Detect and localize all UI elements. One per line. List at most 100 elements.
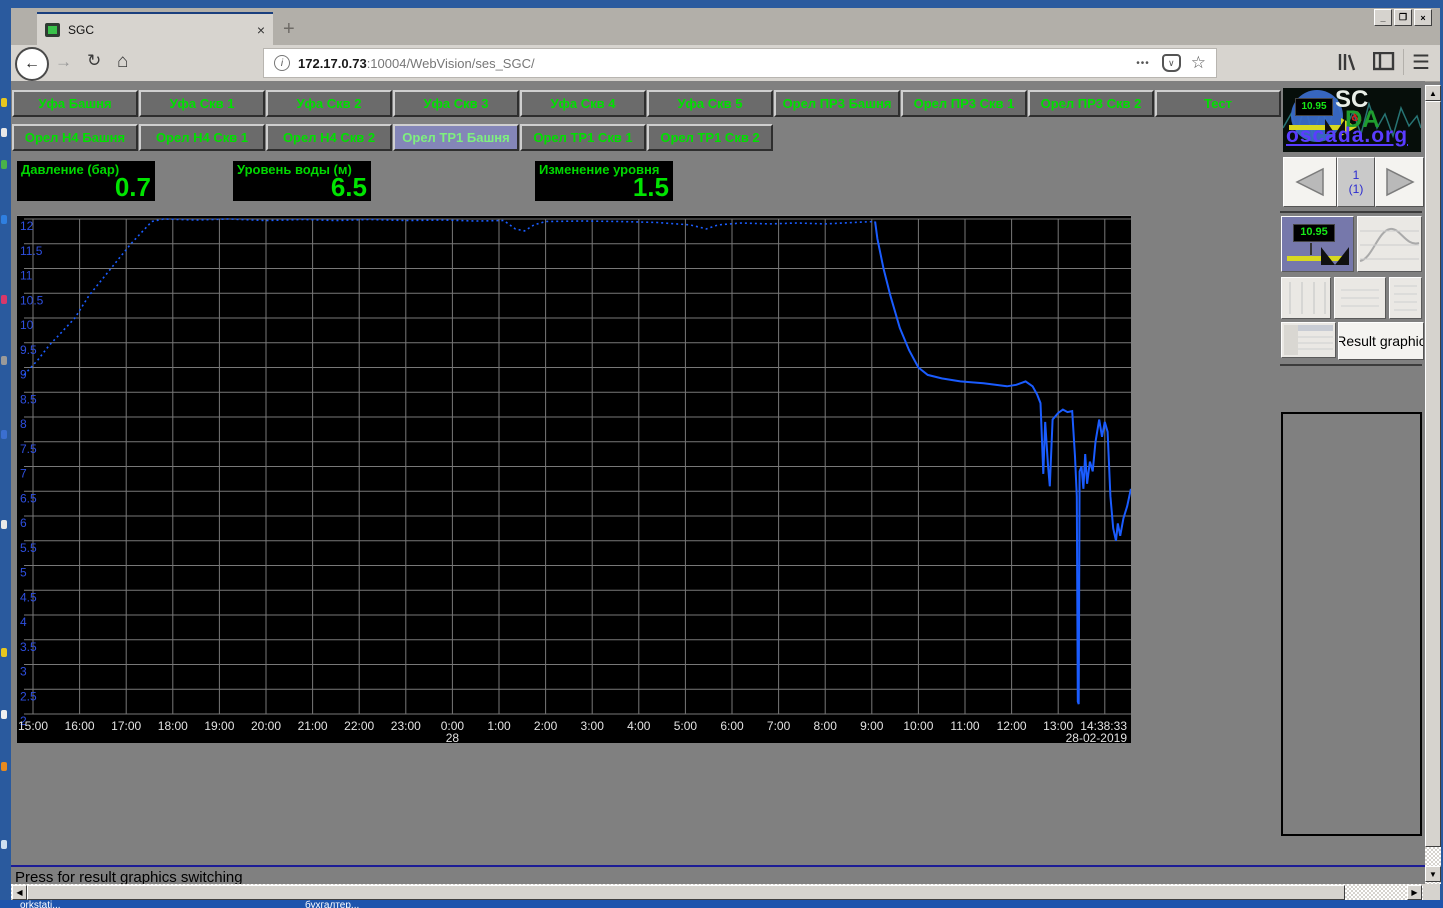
svg-text:8.5: 8.5 [20, 392, 37, 406]
page-actions-icon[interactable]: ••• [1136, 58, 1150, 69]
home-button[interactable]: ⌂ [117, 51, 128, 73]
next-page-button[interactable] [1375, 157, 1424, 207]
trend-chart-canvas: 12 11.5 11 10.5 10 9.5 9 8.5 8 7.5 7 6.5 6 5.5 5 4.5 4 3.… [17, 216, 1132, 745]
taskbar-item[interactable]: orkstati... [20, 900, 61, 908]
svg-text:3:00: 3:00 [581, 719, 605, 733]
station-button[interactable]: Уфа Скв 3 [393, 90, 519, 117]
back-button[interactable]: ← [15, 47, 49, 81]
svg-text:11.5: 11.5 [20, 244, 43, 258]
svg-text:28: 28 [446, 731, 460, 743]
svg-text:7.5: 7.5 [20, 442, 37, 456]
taskbar[interactable]: orkstati... бухгалтер... [0, 900, 1443, 908]
url-bar[interactable]: i 172.17.0.73:10004/WebVision/ses_SGC/ •… [263, 48, 1217, 78]
vertical-scroll-thumb[interactable] [1425, 101, 1441, 847]
station-button[interactable]: Уфа Башня [12, 90, 138, 117]
scroll-up-icon[interactable]: ▲ [1425, 85, 1441, 101]
bars-thumbnail[interactable] [1281, 277, 1331, 319]
tab-favicon-icon [45, 22, 60, 37]
taskbar-item[interactable]: бухгалтер... [305, 900, 359, 908]
reload-button[interactable]: ↻ [87, 51, 101, 71]
svg-text:23:00: 23:00 [391, 719, 421, 733]
tab-sgc[interactable]: SGC × [37, 12, 273, 45]
station-button[interactable]: Орел Н4 Башня [12, 124, 138, 151]
svg-text:1:00: 1:00 [487, 719, 511, 733]
svg-text:5:00: 5:00 [674, 719, 698, 733]
station-button-row-1: Уфа Башня Уфа Скв 1 Уфа Скв 2 Уфа Скв 3 Уфа … [12, 90, 1281, 117]
scroll-down-icon[interactable]: ▼ [1425, 866, 1441, 882]
sidebar-divider-2 [1280, 364, 1422, 366]
pressure-value: 0.7 [114, 172, 151, 202]
horizontal-scrollbar[interactable]: ◀ ▶ [11, 884, 1423, 901]
window-top-border [8, 0, 1443, 8]
station-button[interactable]: Уфа Скв 2 [266, 90, 392, 117]
page-total: (1) [1348, 182, 1364, 196]
menu-hamburger-icon[interactable]: ☰ [1412, 50, 1430, 75]
station-button[interactable]: Орел ПР3 Скв 2 [1028, 90, 1154, 117]
svg-text:21:00: 21:00 [298, 719, 328, 733]
pocket-icon[interactable]: ∨ [1161, 54, 1181, 72]
page-number: 1 [1352, 168, 1360, 182]
result-graphic-button[interactable]: Result graphic [1338, 322, 1424, 360]
scroll-left-icon[interactable]: ◀ [12, 885, 27, 900]
vertical-scrollbar[interactable]: ▲ ▼ [1425, 85, 1441, 884]
svg-text:5: 5 [20, 566, 27, 580]
bookmark-star-icon[interactable]: ☆ [1191, 53, 1206, 73]
station-button[interactable]: Уфа Скв 5 [647, 90, 773, 117]
station-button[interactable]: Орел ТР1 Скв 1 [520, 124, 646, 151]
svg-text:9: 9 [20, 368, 27, 382]
mnemo-thumb-valve-icon [1287, 243, 1349, 265]
station-button[interactable]: Орел Н4 Скв 1 [139, 124, 265, 151]
svg-text:19:00: 19:00 [204, 719, 234, 733]
status-text: Press for result graphics switching [15, 869, 243, 884]
svg-text:3: 3 [20, 665, 27, 679]
station-button[interactable]: Орел ПР3 Скв 1 [901, 90, 1027, 117]
oscada-logo: 10.95 SC & DA oscada.org [1283, 88, 1421, 152]
window-maximize-button[interactable]: ❐ [1394, 9, 1412, 26]
station-button[interactable]: Тест [1155, 90, 1281, 117]
svg-text:20:00: 20:00 [251, 719, 281, 733]
svg-text:12:00: 12:00 [997, 719, 1027, 733]
site-info-icon[interactable]: i [274, 55, 290, 71]
svg-text:3.5: 3.5 [20, 640, 37, 654]
station-button[interactable]: Уфа Скв 4 [520, 90, 646, 117]
table-thumbnail[interactable] [1281, 322, 1336, 358]
station-button[interactable]: Орел ПР3 Башня [774, 90, 900, 117]
station-button[interactable]: Орел ТР1 Башня [393, 124, 519, 151]
tab-close-icon[interactable]: × [257, 22, 265, 38]
svg-text:10.5: 10.5 [20, 293, 44, 307]
station-button[interactable]: Уфа Скв 1 [139, 90, 265, 117]
station-button[interactable]: Орел Н4 Скв 2 [266, 124, 392, 151]
svg-text:8: 8 [20, 417, 27, 431]
station-button[interactable]: Орел ТР1 Скв 2 [647, 124, 773, 151]
graph-thumbnail[interactable] [1357, 216, 1422, 272]
sidebar-toggle-icon[interactable] [1372, 51, 1395, 71]
text-thumbnail[interactable] [1389, 277, 1422, 319]
station-button-row-2: Орел Н4 Башня Орел Н4 Скв 1 Орел Н4 Скв 2О… [12, 124, 773, 151]
water-level-panel: Уровень воды (м) 6.5 [233, 161, 371, 201]
sidebar-empty-box [1281, 412, 1422, 836]
tab-bar: SGC × + _ ❐ × [11, 8, 1440, 45]
logo-display-value: 10.95 [1295, 98, 1333, 116]
new-tab-button[interactable]: + [283, 18, 295, 41]
doc-thumbnail[interactable] [1334, 277, 1386, 319]
water-level-value: 6.5 [330, 172, 367, 202]
toolbar-separator [1403, 49, 1404, 75]
svg-text:10: 10 [20, 318, 34, 332]
window-minimize-button[interactable]: _ [1374, 9, 1392, 26]
scroll-right-icon[interactable]: ▶ [1407, 885, 1422, 900]
svg-text:4: 4 [20, 615, 27, 629]
svg-text:17:00: 17:00 [111, 719, 141, 733]
mnemo-thumb-value: 10.95 [1293, 224, 1335, 242]
trend-chart: 12 11.5 11 10.5 10 9.5 9 8.5 8 7.5 7 6.5 6 5.5 5 4.5 4 3.… [17, 215, 1132, 745]
forward-button[interactable]: → [55, 52, 72, 72]
prev-page-button[interactable] [1283, 157, 1337, 207]
library-icon[interactable] [1336, 52, 1358, 72]
logo-site-link[interactable]: oscada.org [1286, 124, 1408, 148]
svg-text:18:00: 18:00 [158, 719, 188, 733]
window-close-button[interactable]: × [1414, 9, 1432, 26]
level-change-value: 1.5 [632, 172, 669, 202]
scrollbar-corner [1423, 884, 1440, 901]
mnemo-thumbnail-selected[interactable]: 10.95 [1281, 216, 1354, 272]
svg-text:7:00: 7:00 [767, 719, 791, 733]
horizontal-scroll-thumb[interactable] [27, 885, 1345, 900]
